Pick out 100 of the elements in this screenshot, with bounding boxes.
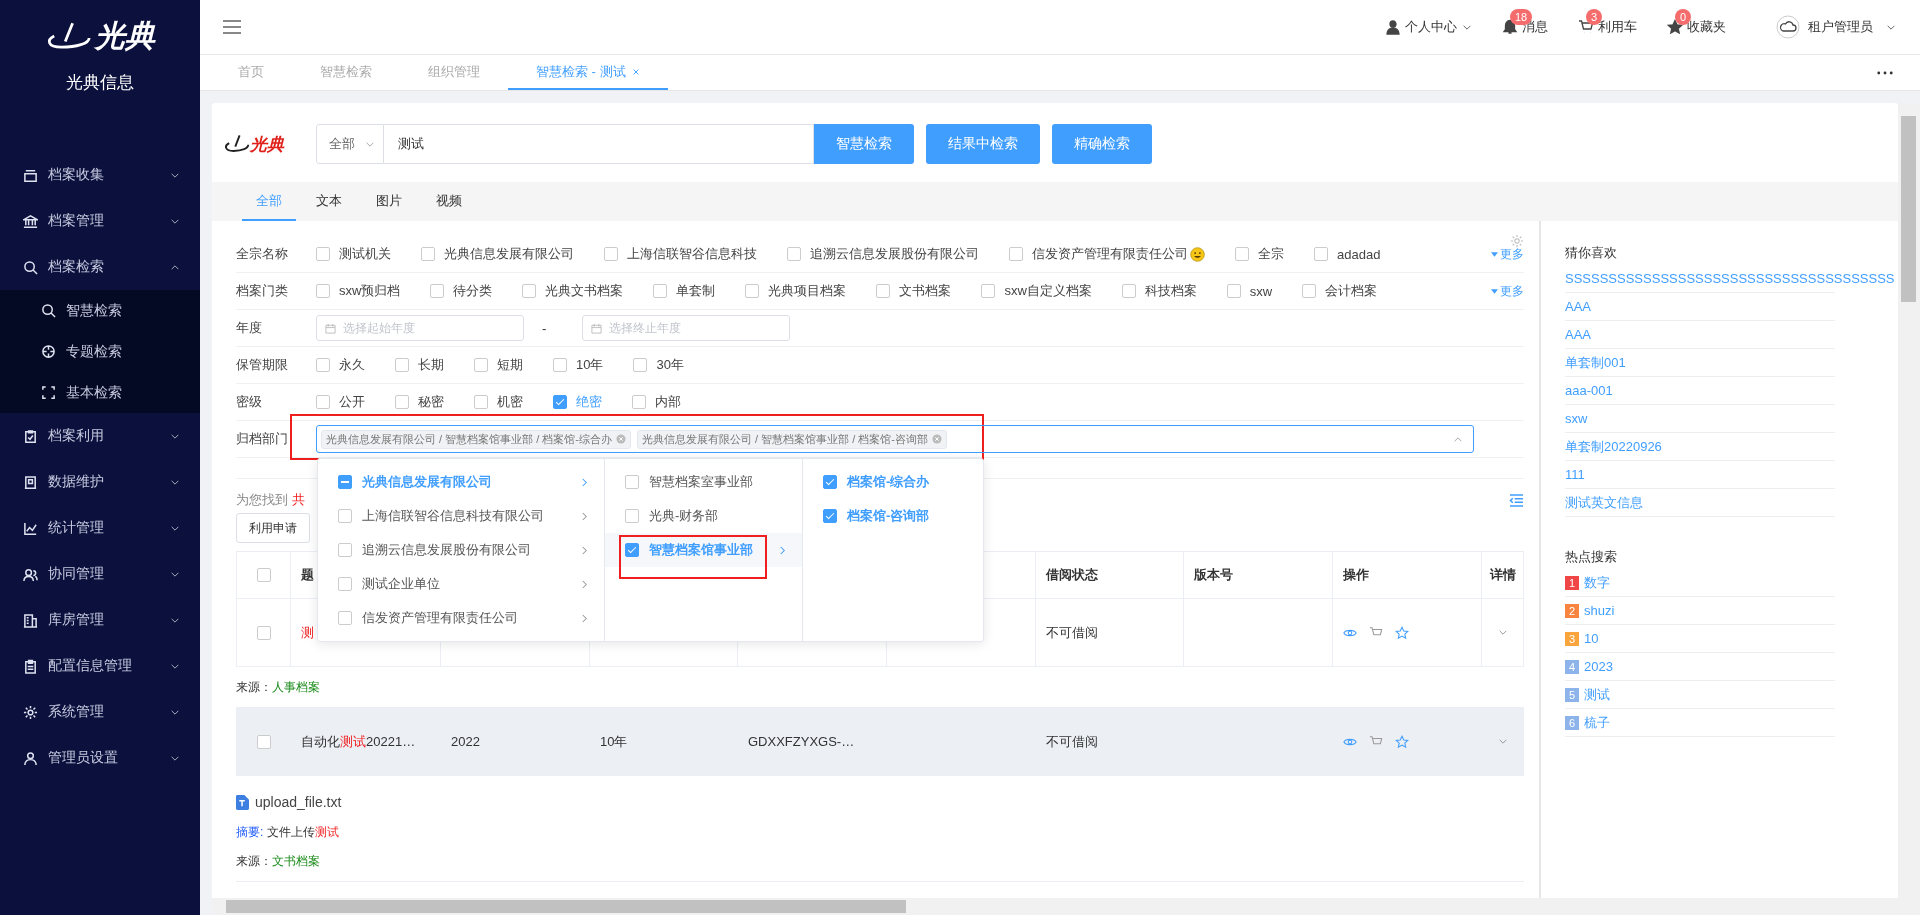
submenu-item[interactable]: 专题检索 [0, 331, 200, 372]
checkbox-label[interactable]: 待分类 [453, 282, 493, 300]
sidebar-item[interactable]: 数据维护 [0, 459, 200, 505]
title-link[interactable]: 测 [301, 623, 314, 642]
sidebar-item[interactable]: 档案利用 [0, 413, 200, 459]
checkbox[interactable] [338, 475, 352, 489]
checkbox[interactable] [338, 543, 352, 557]
content-tab[interactable]: 文本 [302, 182, 356, 221]
star-icon[interactable] [1667, 19, 1683, 35]
checkbox[interactable] [474, 358, 488, 372]
close-icon[interactable] [631, 67, 640, 76]
checkbox[interactable] [522, 284, 537, 298]
checkbox-label[interactable]: 文书档案 [899, 282, 952, 300]
checkbox[interactable] [256, 625, 271, 640]
file-name[interactable]: upload_file.txt [255, 794, 342, 810]
user-menu[interactable]: 租户管理员 [1808, 18, 1873, 36]
checkbox[interactable] [625, 475, 639, 489]
cascader-option[interactable]: 上海信联智谷信息科技有限公司 [318, 499, 604, 533]
checkbox[interactable] [632, 395, 646, 409]
checkbox[interactable] [1121, 284, 1136, 298]
checkbox-label[interactable]: 上海信联智谷信息科技 [627, 245, 757, 263]
checkbox-label[interactable]: 信发资产管理有限责任公司 [1032, 245, 1188, 263]
checkbox[interactable] [823, 475, 837, 489]
sidebar-item[interactable]: 协同管理 [0, 551, 200, 597]
sidebar-item[interactable]: 统计管理 [0, 505, 200, 551]
checkbox[interactable] [316, 395, 330, 409]
cascader-option[interactable]: 追溯云信息发展股份有限公司 [318, 533, 604, 567]
checkbox-label[interactable]: 长期 [418, 356, 444, 374]
checkbox-label[interactable]: 测试机关 [339, 245, 391, 263]
checkbox-label[interactable]: sxw [1249, 283, 1273, 299]
header-link[interactable]: 个人中心 [1405, 18, 1472, 36]
checkbox[interactable] [1235, 247, 1249, 261]
checkbox[interactable] [474, 395, 488, 409]
vertical-scrollbar[interactable] [1898, 103, 1920, 915]
sidebar-item[interactable]: 档案管理 [0, 198, 200, 244]
table-row[interactable]: 自动化测试20221… 2022 10年 GDXXFZYXGS-… 不可借阅 [236, 708, 1524, 776]
checkbox-label[interactable]: sxw预归档 [339, 282, 401, 300]
checkbox[interactable] [338, 577, 352, 591]
submenu-item[interactable]: 基本检索 [0, 372, 200, 413]
sidebar-item[interactable]: 系统管理 [0, 689, 200, 735]
title-link[interactable]: 自动化测试20221… [301, 732, 416, 751]
checkbox[interactable] [787, 247, 801, 261]
checkbox-label[interactable]: 10年 [576, 356, 604, 374]
checkbox[interactable] [653, 284, 668, 298]
apply-button[interactable]: 利用申请 [236, 513, 310, 543]
date-field[interactable]: 选择终止年度 [582, 315, 791, 341]
sidebar-item[interactable]: 档案收集 [0, 152, 200, 198]
list-settings-icon[interactable] [1509, 493, 1524, 507]
cascader-option[interactable]: 智慧档案室事业部 [605, 465, 802, 499]
checkbox-label[interactable]: 公开 [339, 393, 365, 411]
checkbox[interactable] [430, 284, 445, 298]
checkbox-label[interactable]: 会计档案 [1325, 282, 1378, 300]
checkbox[interactable] [1314, 247, 1328, 261]
more-icon[interactable] [1877, 70, 1893, 75]
checkbox[interactable] [1302, 284, 1317, 298]
submenu-item[interactable]: 智慧检索 [0, 290, 200, 331]
checkbox[interactable] [338, 611, 352, 625]
settings-icon[interactable] [1510, 234, 1524, 248]
checkbox-label[interactable]: 单套制 [676, 282, 716, 300]
checkbox[interactable] [625, 543, 639, 557]
checkbox-label[interactable]: 秘密 [418, 393, 444, 411]
bell-icon[interactable] [1502, 19, 1518, 35]
checkbox[interactable] [395, 395, 409, 409]
sidebar-item[interactable]: 档案检索 [0, 244, 200, 290]
content-tab[interactable]: 视频 [422, 182, 476, 221]
cascader-option[interactable]: 测试企业单位 [318, 567, 604, 601]
checkbox-label[interactable]: 30年 [656, 356, 684, 374]
checkbox[interactable] [316, 247, 330, 261]
checkbox[interactable] [395, 358, 409, 372]
menu-icon[interactable] [222, 19, 242, 35]
sidebar-item[interactable]: 配置信息管理 [0, 643, 200, 689]
checkbox-label[interactable]: 光典项目档案 [768, 282, 847, 300]
checkbox-label[interactable]: sxw自定义档案 [1004, 282, 1092, 300]
checkbox-label[interactable]: 光典信息发展有限公司 [444, 245, 574, 263]
content-tab[interactable]: 图片 [362, 182, 416, 221]
checkbox[interactable] [981, 284, 996, 298]
close-icon[interactable] [616, 434, 626, 444]
checkbox[interactable] [553, 358, 567, 372]
user-icon[interactable] [1385, 19, 1401, 35]
close-icon[interactable] [932, 434, 942, 444]
cascader-option[interactable]: 光典-财务部 [605, 499, 802, 533]
checkbox[interactable] [553, 395, 567, 409]
checkbox-label[interactable]: 短期 [497, 356, 523, 374]
star-icon[interactable] [1395, 625, 1409, 640]
checkbox-label[interactable]: 光典文书档案 [545, 282, 624, 300]
scope-select[interactable]: 全部 [316, 124, 384, 164]
chevron-down-icon[interactable] [1497, 629, 1508, 636]
checkbox[interactable] [338, 509, 352, 523]
checkbox-label[interactable]: 机密 [497, 393, 523, 411]
checkbox[interactable] [1009, 247, 1023, 261]
sidebar-item[interactable]: 库房管理 [0, 597, 200, 643]
date-field[interactable]: 选择起始年度 [316, 315, 524, 341]
star-icon[interactable] [1395, 734, 1409, 749]
checkbox[interactable] [316, 358, 330, 372]
checkbox[interactable] [256, 568, 271, 582]
checkbox[interactable] [876, 284, 891, 298]
checkbox[interactable] [745, 284, 760, 298]
horizontal-scrollbar[interactable] [212, 898, 1898, 915]
cascader-option[interactable]: 信发资产管理有限责任公司 [318, 601, 604, 635]
sidebar-item[interactable]: 管理员设置 [0, 735, 200, 781]
